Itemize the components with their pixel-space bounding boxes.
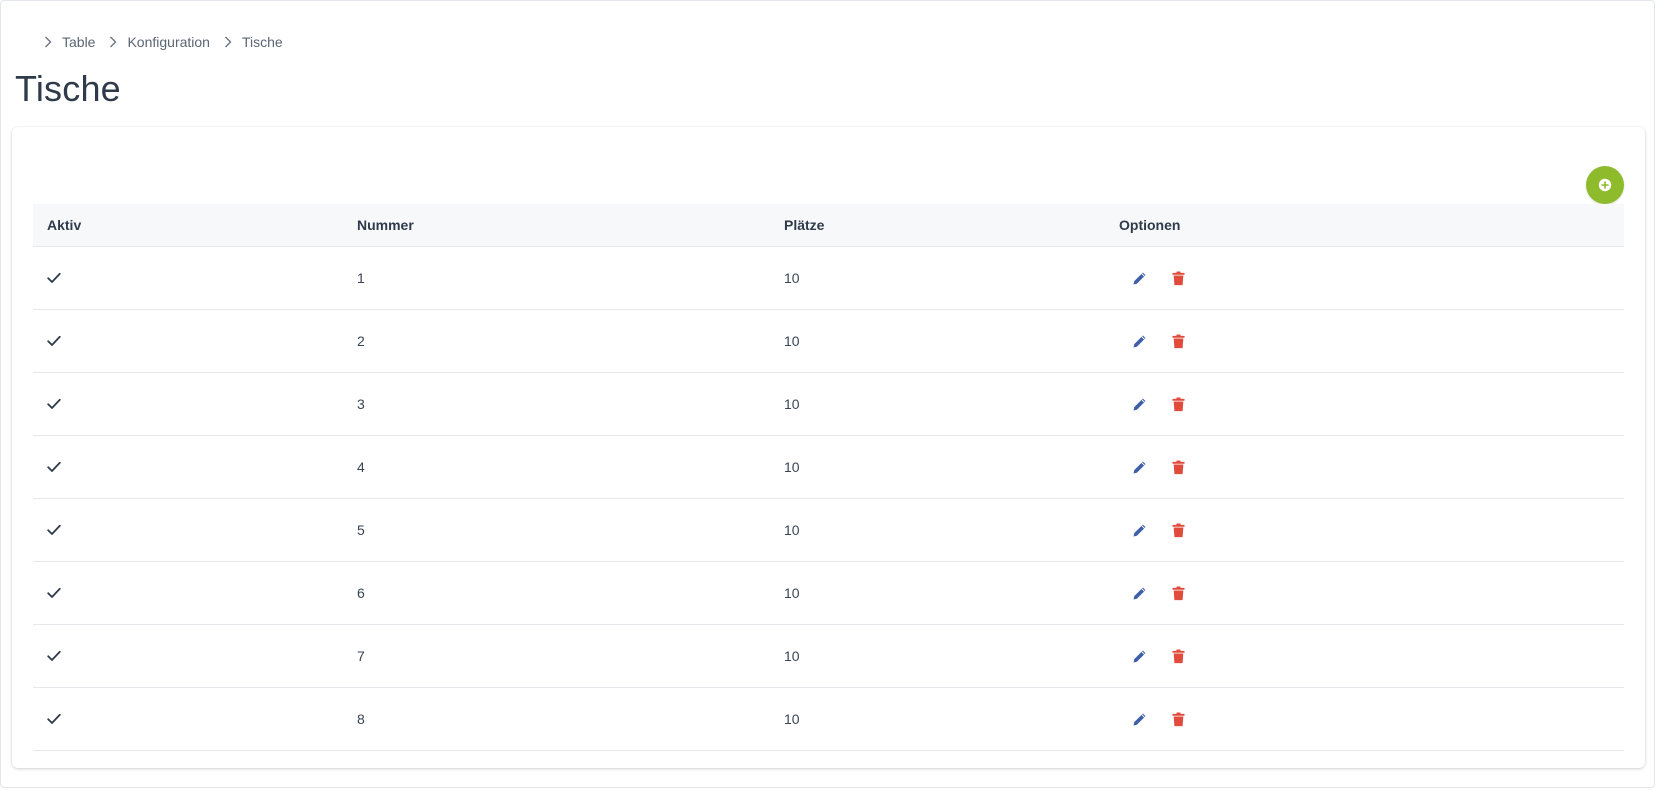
plaetze-cell: 10 bbox=[784, 648, 800, 664]
edit-button[interactable] bbox=[1129, 709, 1149, 729]
check-icon bbox=[47, 461, 61, 472]
plaetze-cell: 10 bbox=[784, 459, 800, 475]
options-cell bbox=[1129, 247, 1188, 309]
table-row: 1 10 bbox=[33, 247, 1624, 310]
aktiv-cell bbox=[47, 436, 61, 498]
options-cell bbox=[1129, 373, 1188, 435]
pencil-icon bbox=[1133, 272, 1145, 284]
column-header-nummer[interactable]: Nummer bbox=[357, 204, 414, 246]
table-row: 4 10 bbox=[33, 436, 1624, 499]
table-row: 8 10 bbox=[33, 688, 1624, 751]
plaetze-cell: 10 bbox=[784, 396, 800, 412]
breadcrumb: Table Konfiguration Tische bbox=[40, 34, 293, 50]
pencil-icon bbox=[1133, 713, 1145, 725]
nummer-cell: 5 bbox=[357, 522, 365, 538]
edit-button[interactable] bbox=[1129, 520, 1149, 540]
aktiv-cell bbox=[47, 310, 61, 372]
options-cell bbox=[1129, 688, 1188, 750]
trash-icon bbox=[1171, 586, 1185, 600]
chevron-right-icon bbox=[45, 36, 52, 48]
aktiv-cell bbox=[47, 499, 61, 561]
edit-button[interactable] bbox=[1129, 646, 1149, 666]
check-icon bbox=[47, 587, 61, 598]
pencil-icon bbox=[1133, 650, 1145, 662]
edit-button[interactable] bbox=[1129, 457, 1149, 477]
plaetze-cell: 10 bbox=[784, 270, 800, 286]
delete-button[interactable] bbox=[1168, 709, 1188, 729]
table-row: 2 10 bbox=[33, 310, 1624, 373]
options-cell bbox=[1129, 499, 1188, 561]
breadcrumb-item-konfiguration[interactable]: Konfiguration bbox=[127, 34, 210, 50]
column-header-plaetze[interactable]: Plätze bbox=[784, 204, 824, 246]
check-icon bbox=[47, 272, 61, 283]
edit-button[interactable] bbox=[1129, 583, 1149, 603]
delete-button[interactable] bbox=[1168, 646, 1188, 666]
aktiv-cell bbox=[47, 625, 61, 687]
tables-table: Aktiv Nummer Plätze Optionen 1 10 2 10 3… bbox=[33, 204, 1624, 751]
delete-button[interactable] bbox=[1168, 520, 1188, 540]
check-icon bbox=[47, 524, 61, 535]
check-icon bbox=[47, 650, 61, 661]
nummer-cell: 6 bbox=[357, 585, 365, 601]
nummer-cell: 4 bbox=[357, 459, 365, 475]
options-cell bbox=[1129, 436, 1188, 498]
check-icon bbox=[47, 335, 61, 346]
delete-button[interactable] bbox=[1168, 457, 1188, 477]
plus-circle-icon bbox=[1598, 178, 1612, 192]
trash-icon bbox=[1171, 460, 1185, 474]
nummer-cell: 1 bbox=[357, 270, 365, 286]
trash-icon bbox=[1171, 334, 1185, 348]
pencil-icon bbox=[1133, 524, 1145, 536]
edit-button[interactable] bbox=[1129, 394, 1149, 414]
check-icon bbox=[47, 713, 61, 724]
breadcrumb-item-tische: Tische bbox=[241, 34, 283, 50]
trash-icon bbox=[1171, 271, 1185, 285]
options-cell bbox=[1129, 310, 1188, 372]
chevron-right-icon bbox=[224, 36, 232, 48]
table-row: 3 10 bbox=[33, 373, 1624, 436]
check-icon bbox=[47, 398, 61, 409]
nummer-cell: 3 bbox=[357, 396, 365, 412]
pencil-icon bbox=[1133, 398, 1145, 410]
trash-icon bbox=[1171, 523, 1185, 537]
table-body: 1 10 2 10 3 10 4 10 5 10 6 10 7 10 8 10 bbox=[33, 247, 1624, 751]
plaetze-cell: 10 bbox=[784, 522, 800, 538]
pencil-icon bbox=[1133, 587, 1145, 599]
plaetze-cell: 10 bbox=[784, 711, 800, 727]
chevron-right-icon bbox=[110, 36, 117, 48]
trash-icon bbox=[1171, 712, 1185, 726]
edit-button[interactable] bbox=[1129, 268, 1149, 288]
trash-icon bbox=[1171, 397, 1185, 411]
nummer-cell: 7 bbox=[357, 648, 365, 664]
delete-button[interactable] bbox=[1168, 268, 1188, 288]
aktiv-cell bbox=[47, 688, 61, 750]
delete-button[interactable] bbox=[1168, 394, 1188, 414]
add-table-button[interactable] bbox=[1586, 166, 1624, 204]
nummer-cell: 8 bbox=[357, 711, 365, 727]
aktiv-cell bbox=[47, 373, 61, 435]
options-cell bbox=[1129, 625, 1188, 687]
options-cell bbox=[1129, 562, 1188, 624]
table-row: 6 10 bbox=[33, 562, 1624, 625]
plaetze-cell: 10 bbox=[784, 585, 800, 601]
pencil-icon bbox=[1133, 335, 1145, 347]
table-row: 7 10 bbox=[33, 625, 1624, 688]
table-header: Aktiv Nummer Plätze Optionen bbox=[33, 204, 1624, 247]
trash-icon bbox=[1171, 649, 1185, 663]
table-row: 5 10 bbox=[33, 499, 1624, 562]
page-title: Tische bbox=[15, 68, 121, 109]
pencil-icon bbox=[1133, 461, 1145, 473]
aktiv-cell bbox=[47, 562, 61, 624]
edit-button[interactable] bbox=[1129, 331, 1149, 351]
breadcrumb-item-table[interactable]: Table bbox=[62, 34, 95, 50]
plaetze-cell: 10 bbox=[784, 333, 800, 349]
column-header-aktiv[interactable]: Aktiv bbox=[47, 204, 81, 246]
nummer-cell: 2 bbox=[357, 333, 365, 349]
aktiv-cell bbox=[47, 247, 61, 309]
column-header-optionen: Optionen bbox=[1119, 217, 1181, 233]
delete-button[interactable] bbox=[1168, 583, 1188, 603]
delete-button[interactable] bbox=[1168, 331, 1188, 351]
